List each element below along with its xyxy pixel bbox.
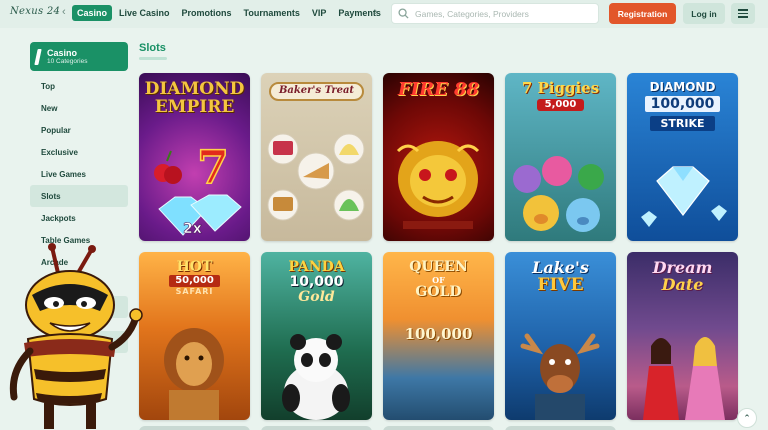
- nav-promotions[interactable]: Promotions: [177, 5, 237, 21]
- moose-art: [520, 333, 600, 420]
- nav-tournaments[interactable]: Tournaments: [239, 5, 305, 21]
- game-tile-queen-of-gold[interactable]: QUEEN OF GOLD 100,000: [383, 252, 494, 420]
- game-jackpot: 10,000: [289, 273, 344, 290]
- game-title: FIRE 88: [397, 79, 480, 100]
- game-jackpot: 50,000: [169, 274, 220, 288]
- svg-text:7: 7: [197, 140, 229, 194]
- menu-icon[interactable]: [731, 3, 755, 24]
- sidebar-item-top[interactable]: Top: [30, 75, 128, 97]
- sidebar-item-slots[interactable]: Slots: [30, 185, 128, 207]
- diamond-seven-art: 7 2x: [154, 139, 242, 237]
- search-icon: [398, 8, 409, 19]
- game-title: QUEEN: [409, 259, 468, 275]
- game-tile-diamond-strike[interactable]: DIAMOND 100,000 STRIKE: [627, 73, 738, 241]
- dragon-art: [396, 141, 480, 229]
- search-input[interactable]: [415, 8, 595, 19]
- sidebar-item-exclusive[interactable]: Exclusive: [30, 141, 128, 163]
- nav-next-icon[interactable]: ›: [374, 6, 378, 18]
- category-header[interactable]: Casino 10 Categories: [30, 42, 128, 71]
- nav-vip[interactable]: VIP: [307, 5, 332, 21]
- game-tile-fire-88[interactable]: FIRE 88: [383, 73, 494, 241]
- panda-art: [282, 334, 350, 420]
- nav-prev-icon[interactable]: ‹: [62, 6, 66, 18]
- couple-art: [643, 337, 725, 420]
- category-count: 10 Categories: [47, 57, 88, 65]
- bee-mascot: [9, 243, 143, 429]
- sidebar-item-popular[interactable]: Popular: [30, 119, 128, 141]
- piggies-art: [513, 156, 604, 232]
- game-tile-peek: [261, 426, 372, 430]
- game-tile-dream-date[interactable]: Dream Date: [627, 252, 738, 420]
- section-title: Slots: [139, 42, 166, 54]
- game-tile-peek: [383, 426, 494, 430]
- casino-slash-icon: [34, 48, 42, 65]
- game-tile-hot-safari[interactable]: HOT 50,000 SAFARI: [139, 252, 250, 420]
- game-tile-panda-gold[interactable]: PANDA 10,000 Gold: [261, 252, 372, 420]
- main-nav: Casino Live Casino Promotions Tournament…: [72, 5, 386, 21]
- nav-casino[interactable]: Casino: [72, 5, 113, 21]
- game-jackpot: 5,000: [536, 98, 585, 112]
- sidebar-item-jackpots[interactable]: Jackpots: [30, 207, 128, 229]
- pastry-art: [267, 133, 365, 221]
- game-jackpot: 100,000: [404, 325, 473, 344]
- game-title: HOT: [176, 259, 213, 275]
- section-underline: [139, 57, 167, 60]
- game-title: PANDA: [288, 259, 345, 275]
- game-title: DIAMOND: [649, 80, 716, 94]
- game-subtitle: STRIKE: [650, 116, 715, 132]
- game-tile-diamond-empire[interactable]: DIAMOND EMPIRE 7 2x: [139, 73, 250, 241]
- sidebar-item-live-games[interactable]: Live Games: [30, 163, 128, 185]
- search-box[interactable]: [391, 3, 599, 24]
- registration-button[interactable]: Registration: [609, 3, 676, 24]
- game-tile-lakes-five[interactable]: Lake's FIVE: [505, 252, 616, 420]
- game-subtitle: Date: [661, 274, 704, 294]
- diamond-art: [641, 166, 727, 227]
- category-title: Casino: [47, 47, 78, 58]
- chevron-up-icon: ⌃: [743, 412, 751, 423]
- scroll-top-button[interactable]: ⌃: [737, 408, 757, 428]
- game-title-gold: GOLD: [415, 283, 462, 300]
- multiplier-label: 2x: [183, 221, 202, 237]
- game-subtitle: FIVE: [537, 274, 584, 295]
- game-tile-bakers-treat[interactable]: Baker's Treat: [261, 73, 372, 241]
- game-title: DIAMOND EMPIRE: [144, 79, 245, 117]
- site-logo[interactable]: Nexus 24: [10, 6, 60, 17]
- sidebar-item-new[interactable]: New: [30, 97, 128, 119]
- game-subtitle: Gold: [298, 289, 335, 306]
- game-tile-7-piggies[interactable]: 7 Piggies 5,000: [505, 73, 616, 241]
- lion-art: [164, 328, 224, 420]
- game-tile-peek: [139, 426, 250, 430]
- game-title: 7 Piggies: [521, 79, 600, 97]
- nav-payments[interactable]: Payments: [333, 5, 386, 21]
- game-subtitle: SAFARI: [175, 287, 214, 297]
- login-button[interactable]: Log in: [683, 3, 725, 24]
- nav-live-casino[interactable]: Live Casino: [114, 5, 175, 21]
- game-title: Baker's Treat: [268, 82, 365, 101]
- top-bar: Nexus 24 ‹ Casino Live Casino Promotions…: [0, 0, 768, 28]
- game-jackpot: 100,000: [644, 95, 721, 113]
- game-tile-peek: [505, 426, 616, 430]
